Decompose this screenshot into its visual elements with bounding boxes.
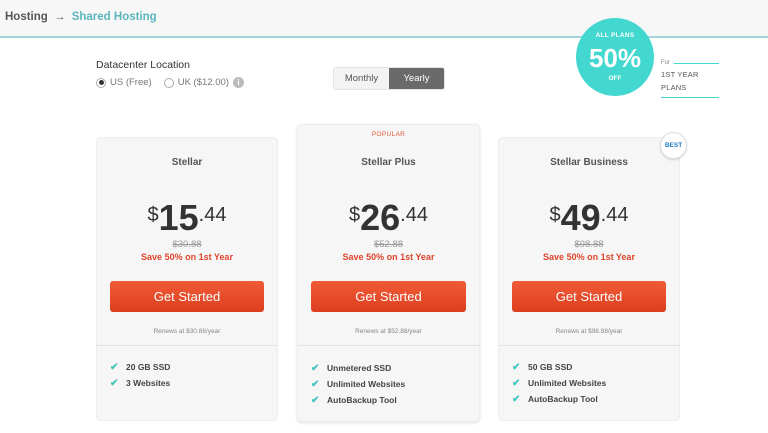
- get-started-button[interactable]: Get Started: [311, 281, 466, 312]
- plan-card-stellar-business: BEST Stellar Business $49.44 $98.88 Save…: [498, 132, 687, 421]
- breadcrumb-arrow-icon: →: [54, 11, 66, 23]
- breadcrumb-hosting[interactable]: Hosting: [5, 11, 48, 23]
- radio-uk[interactable]: [163, 77, 174, 88]
- price-integer: 49: [560, 197, 601, 238]
- promo-for-row: For: [661, 60, 719, 66]
- check-icon: ✔: [512, 361, 521, 373]
- feature-list: ✔ 20 GB SSD ✔ 3 Websites: [110, 359, 267, 391]
- old-price: $30.88: [172, 239, 202, 250]
- feature-label: Unlimited Websites: [528, 378, 607, 388]
- radio-us[interactable]: [96, 77, 106, 88]
- feature-label: Unmetered SSD: [327, 363, 392, 373]
- plan-price: $15.44: [97, 200, 277, 243]
- breadcrumb-shared-hosting: Shared Hosting: [71, 11, 157, 23]
- plan-name: Stellar: [171, 157, 203, 168]
- promo-description: For 1ST YEAR PLANS: [661, 60, 719, 98]
- feature-item: ✔ Unlimited Websites: [512, 375, 669, 391]
- feature-list: ✔ Unmetered SSD ✔ Unlimited Websites ✔ Auto…: [311, 360, 469, 408]
- price-decimal: .44: [400, 204, 428, 226]
- feature-label: 50 GB SSD: [528, 362, 573, 372]
- save-text: Save 50% on 1st Year: [543, 252, 635, 262]
- feature-label: AutoBackup Tool: [528, 394, 598, 404]
- renews-text: Renews at $98.88/year: [555, 328, 623, 335]
- feature-item: ✔ AutoBackup Tool: [311, 392, 469, 408]
- promo-badge-percent: 50%: [588, 43, 642, 73]
- datacenter-option-uk[interactable]: UK ($12.00) i: [163, 77, 244, 88]
- billing-toggle: Monthly Yearly: [333, 67, 445, 90]
- save-text: Save 50% on 1st Year: [141, 252, 233, 262]
- promo-line-2: PLANS: [661, 83, 687, 92]
- price-integer: 26: [360, 197, 401, 238]
- old-price: $52.88: [373, 239, 404, 250]
- card-divider: [499, 345, 679, 346]
- promo-badge-top: ALL PLANS: [595, 32, 635, 39]
- breadcrumb: Hosting → Shared Hosting: [5, 11, 157, 23]
- price-currency: $: [549, 204, 561, 226]
- datacenter-label: Datacenter Location: [96, 59, 190, 71]
- price-integer: 15: [158, 197, 199, 238]
- promo-badge: ALL PLANS 50% OFF: [576, 18, 654, 96]
- save-text: Save 50% on 1st Year: [342, 252, 435, 262]
- feature-item: ✔ 20 GB SSD: [110, 359, 267, 375]
- datacenter-options: US (Free) UK ($12.00) i: [96, 77, 256, 88]
- plan-price: $26.44: [298, 200, 479, 243]
- info-icon[interactable]: i: [232, 77, 244, 88]
- popular-badge: POPULAR: [371, 131, 406, 138]
- feature-label: 20 GB SSD: [126, 362, 171, 372]
- plan-price: $49.44: [499, 200, 679, 243]
- price-decimal: .44: [600, 204, 629, 226]
- get-started-button[interactable]: Get Started: [110, 281, 264, 312]
- price-currency: $: [147, 204, 159, 226]
- yearly-toggle-button[interactable]: Yearly: [389, 68, 444, 89]
- check-icon: ✔: [311, 378, 320, 390]
- datacenter-option-uk-label: UK ($12.00): [177, 77, 229, 88]
- promo-line-1: 1ST YEAR: [661, 70, 699, 79]
- plan-name: Stellar Business: [550, 157, 628, 168]
- feature-label: 3 Websites: [126, 378, 171, 388]
- feature-item: ✔ 3 Websites: [110, 375, 267, 391]
- promo-main-text: 1ST YEAR PLANS: [661, 68, 719, 94]
- datacenter-option-us[interactable]: US (Free): [96, 77, 152, 88]
- check-icon: ✔: [512, 377, 521, 389]
- feature-item: ✔ AutoBackup Tool: [512, 391, 669, 407]
- check-icon: ✔: [311, 362, 320, 374]
- promo-line-bottom: [661, 97, 719, 98]
- promo-badge-off: OFF: [608, 75, 622, 82]
- feature-label: Unlimited Websites: [327, 379, 406, 389]
- feature-list: ✔ 50 GB SSD ✔ Unlimited Websites ✔ AutoBack…: [512, 359, 669, 407]
- get-started-button[interactable]: Get Started: [512, 281, 666, 312]
- check-icon: ✔: [512, 393, 521, 405]
- feature-item: ✔ Unmetered SSD: [311, 360, 469, 376]
- feature-label: AutoBackup Tool: [327, 395, 397, 405]
- check-icon: ✔: [311, 394, 320, 406]
- plan-card-stellar: Stellar $15.44 $30.88 Save 50% on 1st Ye…: [96, 137, 278, 421]
- card-divider: [298, 345, 479, 346]
- renews-text: Renews at $52.88/year: [355, 328, 422, 335]
- promo-for-label: For: [661, 60, 670, 66]
- promo-line-top: [674, 62, 719, 64]
- card-divider: [97, 345, 277, 346]
- monthly-toggle-button[interactable]: Monthly: [334, 68, 389, 89]
- price-decimal: .44: [198, 204, 227, 226]
- feature-item: ✔ 50 GB SSD: [512, 359, 669, 375]
- datacenter-option-us-label: US (Free): [110, 77, 152, 88]
- check-icon: ✔: [110, 377, 119, 389]
- renews-text: Renews at $30.88/year: [153, 328, 221, 335]
- best-badge: BEST: [660, 132, 687, 159]
- plan-name: Stellar Plus: [361, 157, 416, 168]
- old-price: $98.88: [574, 239, 604, 250]
- check-icon: ✔: [110, 361, 119, 373]
- plan-card-stellar-plus: POPULAR Stellar Plus $26.44 $52.88 Save …: [297, 124, 480, 422]
- feature-item: ✔ Unlimited Websites: [311, 376, 469, 392]
- price-currency: $: [349, 204, 361, 226]
